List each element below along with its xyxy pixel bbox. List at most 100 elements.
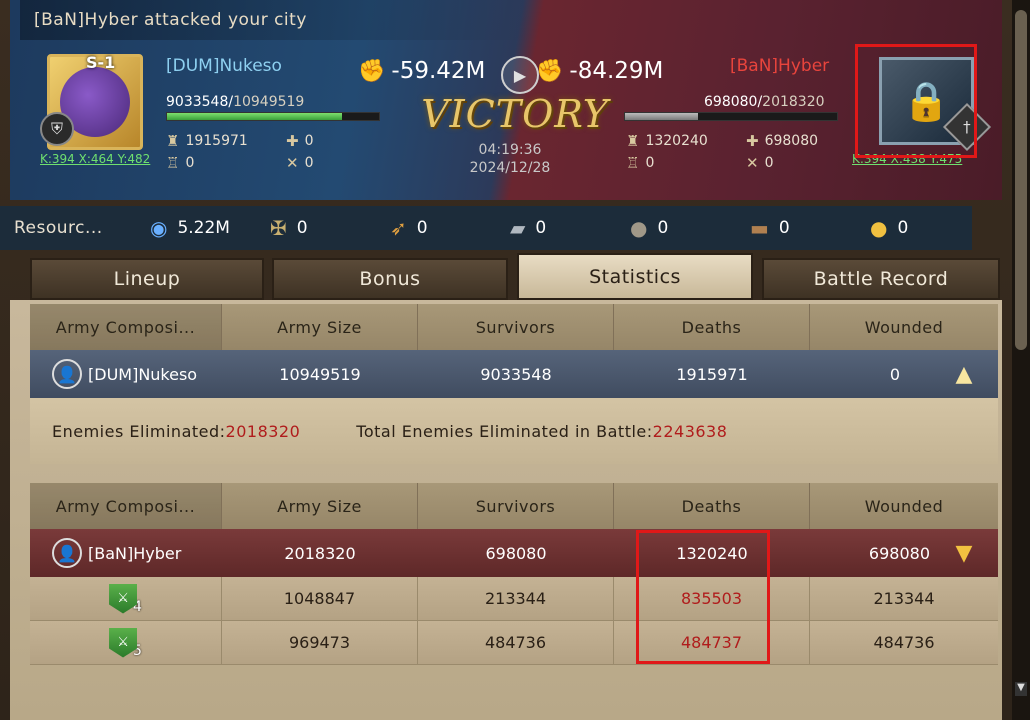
scroll-thumb[interactable] (1015, 10, 1027, 350)
col-army-size: Army Size (222, 483, 418, 529)
defender-name: [BaN]Hyber (730, 56, 830, 76)
tab-battle-record[interactable]: Battle Record (762, 258, 1000, 300)
col-wounded: Wounded (864, 317, 944, 337)
attacker-troops-max: 10949519 (233, 94, 305, 110)
resource-bar: Resourc... ◉ 5.22M ✠ 0 ➶ 0 ▰ 0 ● 0 ▬ 0 ● 0 (0, 206, 972, 250)
col-deaths: Deaths (614, 304, 810, 350)
defender-power-value: -84.29M (569, 58, 664, 84)
expand-arrow-icon[interactable]: ▼ (930, 541, 998, 566)
attacker-heal-stat: ✚ 0 (286, 132, 314, 150)
enemies-eliminated-value: 2018320 (225, 421, 301, 441)
resource-value: 0 (657, 218, 669, 238)
heal-cross-icon: ✚ (286, 132, 299, 150)
crossed-swords-icon: ✕ (286, 154, 299, 172)
player-name: [DUM]Nukeso (88, 364, 198, 384)
defender-deaths-stat: ♜ 1320240 (626, 132, 708, 150)
attacker-power-value: -59.42M (391, 58, 486, 84)
army-size-cell: 969473 (222, 620, 418, 665)
attacker-wounded: 0 (304, 155, 314, 171)
feather-icon: ➶ (390, 216, 407, 240)
attacker-stats-table: Army Composi... Army Size Survivors Deat… (30, 304, 998, 464)
defender-wounded: 0 (764, 155, 774, 171)
attacker-name: [DUM]Nukeso (166, 56, 282, 76)
attacker-tower: 0 (185, 155, 195, 171)
stone-icon: ● (630, 216, 648, 240)
col-army-composition: Army Composi... (30, 304, 222, 350)
resource-item-wood: ▬ 0 (750, 216, 790, 240)
survivors-cell: 698080 (485, 543, 547, 563)
army-size-cell: 1048847 (222, 576, 418, 621)
defender-heal-stat: ✚ 698080 (746, 132, 818, 150)
battle-banner: [BaN]Hyber attacked your city S-1 ⛨ K:39… (10, 0, 1002, 200)
resource-value: 0 (778, 218, 790, 238)
defender-troops-max: 2018320 (762, 94, 825, 110)
attacker-tower-stat: ♖ 0 (166, 154, 194, 172)
resource-item-medal: ✠ 0 (270, 216, 308, 240)
gold-coin-icon: ● (870, 216, 888, 240)
defender-stats-table: Army Composi... Army Size Survivors Deat… (30, 483, 998, 665)
shield-icon: ⛨ (40, 112, 74, 146)
resource-value: 0 (897, 218, 909, 238)
defender-wounded-stat: ✕ 0 (746, 154, 774, 172)
collapse-arrow-icon[interactable]: ▲ (930, 362, 998, 387)
attacker-troop-bar-fill (167, 113, 342, 120)
tab-bonus[interactable]: Bonus (272, 258, 508, 300)
defender-player-row[interactable]: 👤 [BaN]Hyber 2018320 698080 1320240 69808… (30, 529, 998, 577)
table-header: Army Composi... Army Size Survivors Deat… (30, 483, 998, 529)
attacker-heal: 0 (304, 133, 314, 149)
wounded-cell: 484736 (873, 633, 935, 652)
resource-value: 5.22M (177, 218, 230, 238)
col-survivors: Survivors (418, 304, 614, 350)
unit-cell: ⚔ 5 (30, 620, 222, 665)
replay-button[interactable]: ▶ (501, 56, 539, 94)
defender-heal: 698080 (764, 133, 819, 149)
level-badge: S-1 (86, 53, 116, 72)
attacker-coords[interactable]: K:394 X:464 Y:482 (40, 152, 150, 166)
scroll-down-arrow-icon[interactable]: ▼ (1015, 682, 1027, 696)
tower-icon: ♖ (626, 154, 640, 172)
attacker-troops: 9033548/10949519 (166, 94, 305, 110)
exp-icon: ◉ (150, 216, 168, 240)
attacker-player-row[interactable]: 👤 [DUM]Nukeso 10949519 9033548 1915971 0 … (30, 350, 998, 398)
crossed-swords-icon: ✕ (746, 154, 759, 172)
wounded-cell: 698080 (868, 543, 930, 563)
helmet-icon: ♜ (626, 132, 640, 150)
statistics-panel: Army Composi... Army Size Survivors Deat… (10, 300, 1002, 720)
army-size-cell: 10949519 (279, 364, 361, 384)
battle-date: 2024/12/28 (469, 160, 551, 176)
resource-item-stone: ● 0 (630, 216, 668, 240)
report-title: [BaN]Hyber attacked your city (34, 10, 307, 30)
resource-value: 0 (416, 218, 428, 238)
fist-icon: ✊ (536, 58, 564, 84)
defender-troop-bar (624, 112, 838, 121)
defender-troops: 698080/2018320 (704, 94, 825, 110)
resource-item-exp: ◉ 5.22M (150, 216, 230, 240)
battle-time: 04:19:36 (478, 142, 542, 158)
wounded-cell: 213344 (873, 589, 935, 608)
player-name: [BaN]Hyber (88, 543, 182, 563)
medal-icon: ✠ (270, 216, 287, 240)
player-cell: 👤 [DUM]Nukeso (30, 359, 222, 389)
col-wounded: Wounded (864, 496, 944, 516)
resource-item-gold: ● 0 (870, 216, 908, 240)
resource-item-iron: ▰ 0 (510, 216, 546, 240)
attacker-deaths: 1915971 (185, 133, 248, 149)
scrollbar[interactable]: ▼ (1012, 0, 1030, 720)
tab-statistics[interactable]: Statistics (517, 253, 753, 300)
total-eliminated-label: Total Enemies Eliminated in Battle: (356, 421, 653, 441)
victory-label: VICTORY (421, 92, 609, 136)
play-icon: ▶ (513, 65, 527, 85)
survivors-cell: 9033548 (480, 364, 552, 384)
triangle-down-icon: ▼ (955, 540, 973, 566)
army-size-cell: 2018320 (284, 543, 356, 563)
defender-troops-current: 698080 (704, 94, 758, 110)
total-eliminated-value: 2243638 (652, 421, 728, 441)
tab-lineup[interactable]: Lineup (30, 258, 264, 300)
attacker-wounded-stat: ✕ 0 (286, 154, 314, 172)
deaths-cell: 1915971 (676, 364, 748, 384)
defender-deaths: 1320240 (645, 133, 708, 149)
table-header: Army Composi... Army Size Survivors Deat… (30, 304, 998, 350)
attacker-troop-bar (166, 112, 380, 121)
wounded-cell: 0 (889, 364, 900, 384)
highlight-box-deaths (636, 530, 770, 664)
